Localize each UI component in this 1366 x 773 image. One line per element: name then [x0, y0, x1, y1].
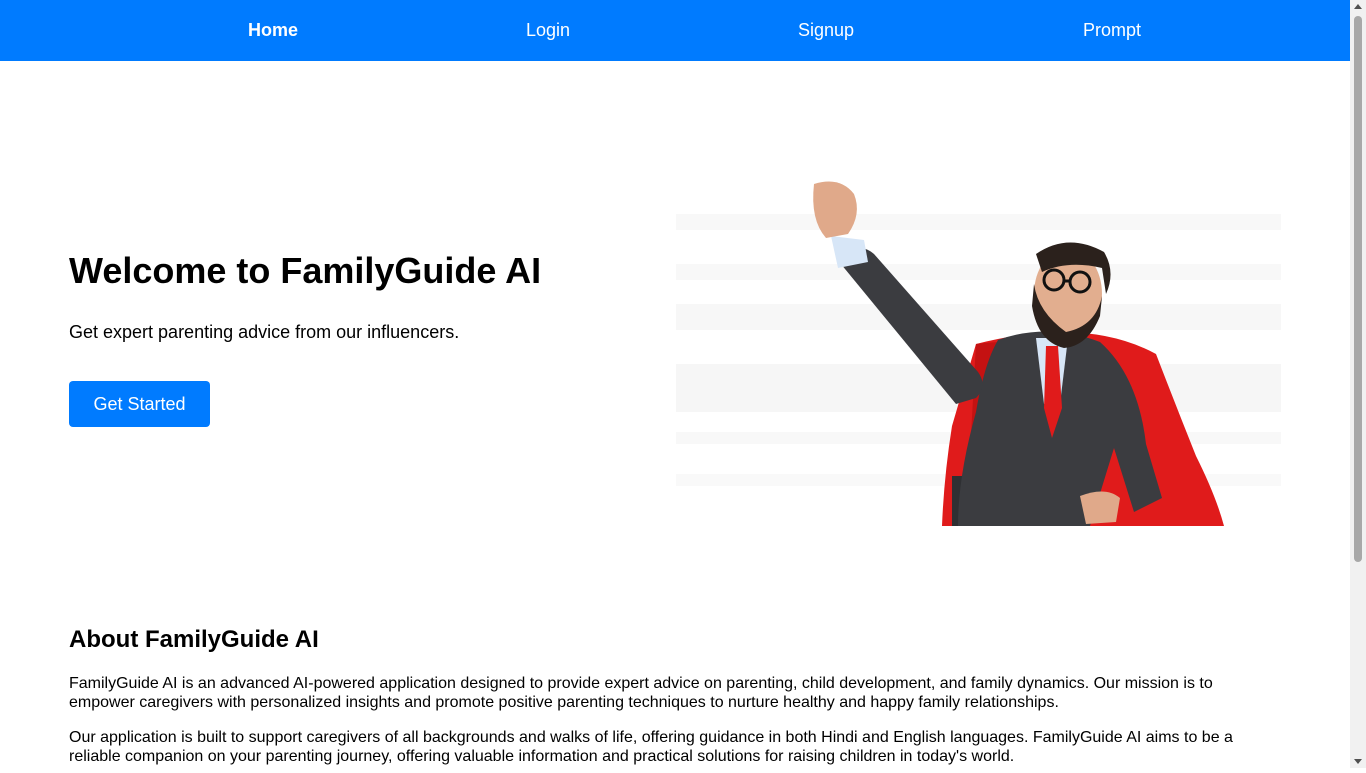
hero-title: Welcome to FamilyGuide AI: [69, 250, 542, 291]
nav-signup-link[interactable]: Signup: [798, 0, 854, 61]
about-title: About FamilyGuide AI: [69, 626, 319, 653]
scroll-up-arrow-icon[interactable]: [1350, 0, 1366, 14]
navbar: Home Login Signup Prompt: [0, 0, 1350, 61]
superhero-businessman-illustration: [676, 176, 1281, 526]
hero-image: [676, 176, 1281, 526]
about-paragraph-2: Our application is built to support care…: [69, 729, 1233, 765]
scroll-down-arrow-icon[interactable]: [1350, 754, 1366, 768]
hero-subtitle: Get expert parenting advice from our inf…: [69, 322, 460, 342]
scrollbar-thumb[interactable]: [1354, 16, 1362, 562]
get-started-button[interactable]: Get Started: [69, 381, 210, 427]
nav-home-link[interactable]: Home: [248, 0, 298, 61]
about-paragraph-1: FamilyGuide AI is an advanced AI-powered…: [69, 675, 1213, 711]
page: Home Login Signup Prompt Welcome to Fami…: [0, 0, 1350, 768]
vertical-scrollbar[interactable]: [1350, 0, 1366, 768]
nav-login-link[interactable]: Login: [526, 0, 570, 61]
nav-prompt-link[interactable]: Prompt: [1083, 0, 1141, 61]
